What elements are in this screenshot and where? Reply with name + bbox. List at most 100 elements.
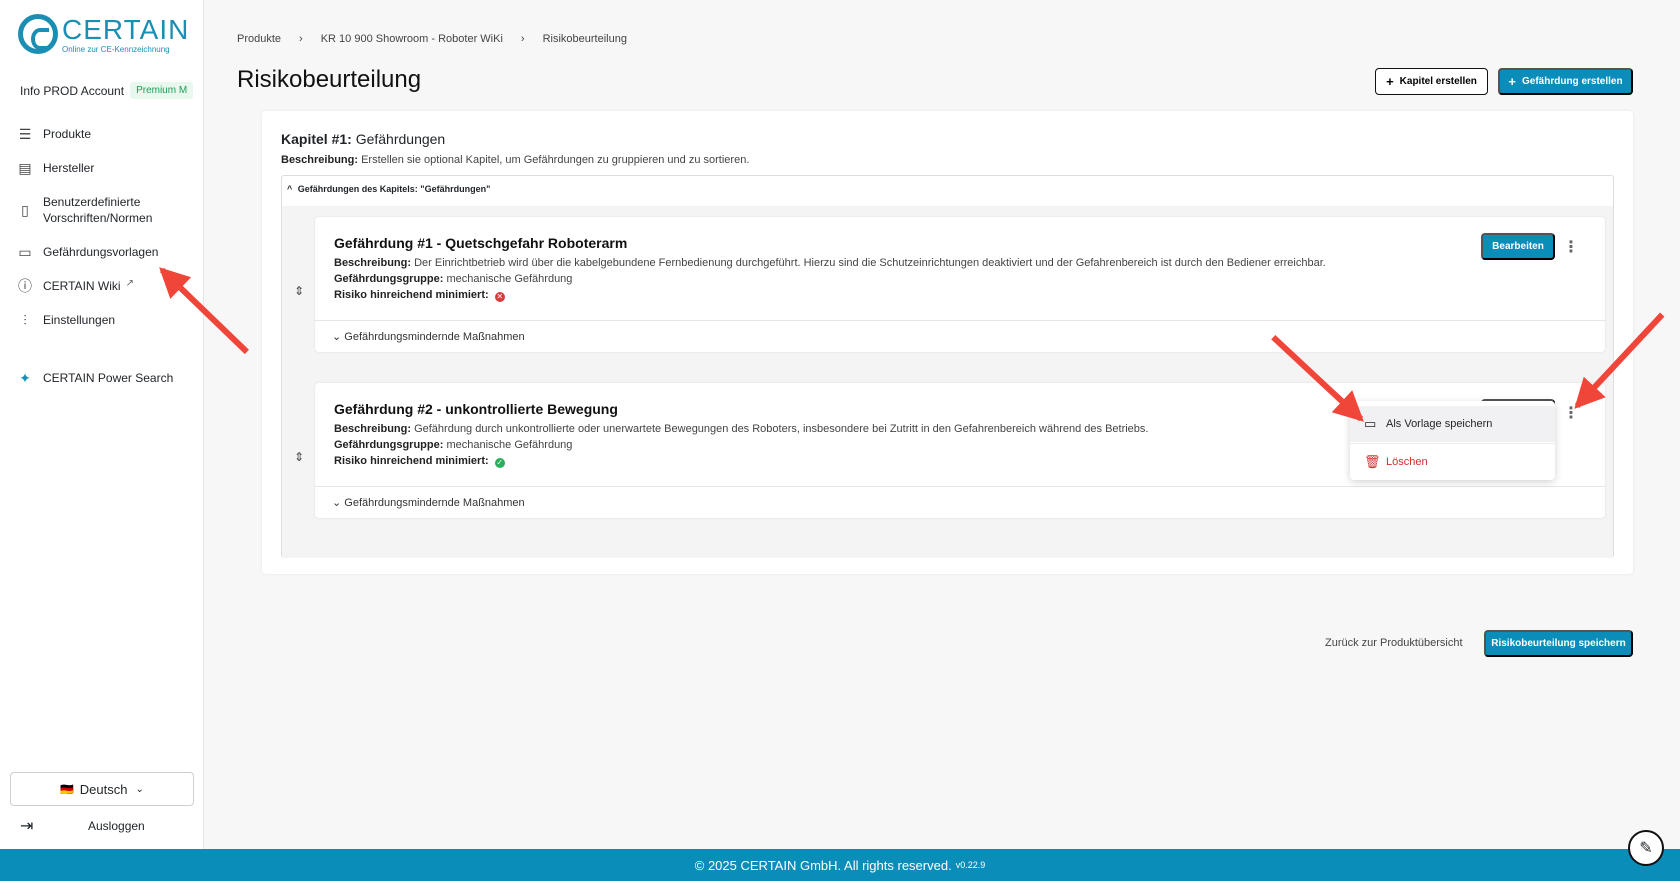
chapter-desc-label: Beschreibung:: [281, 154, 359, 166]
sidebar: CERTAIN Online zur CE-Kennzeichnung Info…: [0, 0, 204, 849]
save-as-template-item[interactable]: ▭ Als Vorlage speichern: [1350, 406, 1555, 442]
create-chapter-button[interactable]: + Kapitel erstellen: [1375, 68, 1488, 95]
language-select[interactable]: 🇩🇪 Deutsch ⌄: [10, 772, 194, 806]
chapter-title: Kapitel #1: Gefährdungen: [281, 131, 445, 147]
hazard-group: Gefährdungsgruppe: mechanische Gefährdun…: [334, 273, 572, 285]
risk-label: Risiko hinreichend minimiert:: [334, 289, 489, 301]
sort-handle-icon[interactable]: ⇕: [294, 450, 304, 464]
sidebar-item-label: Produkte: [43, 127, 92, 141]
save-assessment-label: Risikobeurteilung speichern: [1491, 638, 1626, 649]
footer: © 2025 CERTAIN GmbH. All rights reserved…: [0, 849, 1680, 881]
hazard-title: Gefährdung #1 - Quetschgefahr Roboterarm: [334, 235, 628, 251]
version-label: v0.22.9: [955, 860, 986, 870]
back-to-products-link[interactable]: Zurück zur Produktübersicht: [1325, 637, 1463, 649]
sidebar-item-label: Hersteller: [43, 161, 95, 175]
measures-toggle[interactable]: ⌄ Gefährdungsmindernde Maßnahmen: [332, 330, 525, 343]
sparkle-icon: ✦: [19, 370, 31, 386]
hazard-risk: Risiko hinreichend minimiert: ✓: [334, 455, 505, 468]
group-text: mechanische Gefährdung: [446, 439, 573, 451]
chapter-panel: Kapitel #1: Gefährdungen Beschreibung: E…: [262, 111, 1633, 574]
save-template-label: Als Vorlage speichern: [1386, 418, 1493, 430]
page-title: Risikobeurteilung: [237, 66, 422, 93]
chevron-down-icon: ⌄: [332, 497, 342, 509]
document-chart-icon: ▯: [21, 202, 29, 218]
measures-toggle[interactable]: ⌄ Gefährdungsmindernde Maßnahmen: [332, 496, 525, 509]
logout-button[interactable]: ⇥ Ausloggen: [20, 816, 196, 836]
sliders-icon: ⫶: [23, 312, 27, 328]
chapter-description: Beschreibung: Erstellen sie optional Kap…: [281, 154, 749, 166]
sidebar-item-produkte[interactable]: ☰ Produkte: [16, 126, 196, 142]
delete-item[interactable]: 🗑 Löschen: [1350, 443, 1555, 479]
sidebar-item-hersteller[interactable]: ▤ Hersteller: [16, 160, 196, 176]
hazard-description: Beschreibung: Gefährdung durch unkontrol…: [334, 423, 1148, 435]
create-hazard-button[interactable]: + Gefährdung erstellen: [1498, 68, 1633, 95]
sidebar-item-label: Gefährdungsvorlagen: [43, 245, 159, 259]
footer-text: © 2025 CERTAIN GmbH. All rights reserved…: [694, 857, 952, 873]
breadcrumb-item-produkte[interactable]: Produkte: [237, 33, 281, 45]
chevron-down-icon: ⌄: [135, 783, 144, 795]
desc-text: Der Einrichtbetrieb wird über die kabelg…: [414, 257, 1326, 269]
more-options-icon[interactable]: ⋮: [1563, 237, 1579, 257]
save-assessment-button[interactable]: Risikobeurteilung speichern: [1484, 630, 1633, 657]
sidebar-item-label: Benutzerdefinierte Vorschriften/Normen: [43, 195, 153, 225]
group-label: Gefährdungsgruppe:: [334, 439, 444, 451]
delete-label: Löschen: [1386, 455, 1428, 468]
sidebar-item-einstellungen[interactable]: ⫶ Einstellungen: [16, 312, 196, 328]
hazard-context-menu: ▭ Als Vorlage speichern 🗑 Löschen: [1350, 401, 1555, 480]
risk-minimized-icon: ✓: [494, 458, 505, 468]
external-link-icon: ↗: [125, 278, 134, 289]
desc-label: Beschreibung:: [334, 257, 412, 269]
plus-icon: +: [1508, 74, 1516, 89]
sidebar-item-label: Einstellungen: [43, 313, 116, 327]
group-toggle[interactable]: ^ Gefährdungen des Kapitels: "Gefährdung…: [287, 184, 490, 194]
hazard-risk: Risiko hinreichend minimiert: ✕: [334, 289, 505, 302]
feedback-fab[interactable]: ✎: [1628, 830, 1664, 866]
create-hazard-label: Gefährdung erstellen: [1522, 76, 1623, 87]
sort-handle-icon[interactable]: ⇕: [294, 284, 304, 298]
measures-label: Gefährdungsmindernde Maßnahmen: [344, 497, 525, 509]
logo-tagline: Online zur CE-Kennzeichnung: [62, 44, 170, 54]
edit-label: Bearbeiten: [1492, 241, 1544, 252]
breadcrumb: Produkte › KR 10 900 Showroom - Roboter …: [237, 33, 627, 45]
hazard-list: ⇕ Gefährdung #1 - Quetschgefahr Robotera…: [282, 206, 1613, 558]
certain-logo[interactable]: CERTAIN Online zur CE-Kennzeichnung: [18, 14, 189, 54]
group-header-label: Gefährdungen des Kapitels: "Gefährdungen…: [297, 184, 491, 194]
chapter-desc-text: Erstellen sie optional Kapitel, um Gefäh…: [361, 154, 750, 166]
sidebar-item-label: CERTAIN Power Search: [43, 371, 174, 385]
logout-label: Ausloggen: [88, 819, 145, 833]
list-icon: ☰: [18, 126, 32, 142]
risk-label: Risiko hinreichend minimiert:: [334, 455, 489, 467]
hazard-card: Gefährdung #1 - Quetschgefahr Roboterarm…: [315, 217, 1605, 352]
book-icon: ▭: [18, 244, 32, 260]
sidebar-item-powersearch[interactable]: ✦ CERTAIN Power Search: [16, 370, 196, 386]
plus-icon: +: [1386, 74, 1394, 89]
account-name: Info PROD Account: [20, 83, 125, 98]
book-icon: ▭: [1364, 416, 1377, 431]
chevron-up-icon: ^: [287, 184, 293, 194]
flag-icon: 🇩🇪: [60, 783, 74, 796]
risk-not-minimized-icon: ✕: [494, 292, 505, 302]
group-label: Gefährdungsgruppe:: [334, 273, 444, 285]
info-icon: ⓘ: [18, 278, 32, 294]
chevron-right-icon: ›: [299, 33, 303, 45]
chapter-prefix: Kapitel #1:: [281, 131, 352, 147]
logo-name: CERTAIN: [62, 13, 190, 45]
measures-label: Gefährdungsmindernde Maßnahmen: [344, 331, 525, 343]
hazard-description: Beschreibung: Der Einrichtbetrieb wird ü…: [334, 257, 1326, 269]
store-icon: ▤: [18, 160, 32, 176]
hazard-group: ^ Gefährdungen des Kapitels: "Gefährdung…: [281, 175, 1614, 558]
brush-icon: ✎: [1639, 840, 1653, 857]
hazard-title: Gefährdung #2 - unkontrollierte Bewegung: [334, 401, 618, 417]
create-chapter-label: Kapitel erstellen: [1399, 76, 1477, 87]
plan-badge: Premium M: [130, 82, 194, 99]
trash-icon: 🗑: [1364, 453, 1381, 469]
account-info: Info PROD Account Premium M: [20, 82, 194, 99]
hazard-group: Gefährdungsgruppe: mechanische Gefährdun…: [334, 439, 572, 451]
edit-button[interactable]: Bearbeiten: [1481, 233, 1555, 260]
sidebar-item-label: CERTAIN Wiki: [43, 279, 121, 293]
chevron-right-icon: ›: [520, 33, 525, 45]
breadcrumb-item-product[interactable]: KR 10 900 Showroom - Roboter WiKi: [321, 33, 503, 45]
group-text: mechanische Gefährdung: [446, 273, 573, 285]
sidebar-item-vorschriften[interactable]: ▯ Benutzerdefinierte Vorschriften/Normen: [16, 194, 196, 226]
breadcrumb-item-current: Risikobeurteilung: [542, 33, 627, 45]
